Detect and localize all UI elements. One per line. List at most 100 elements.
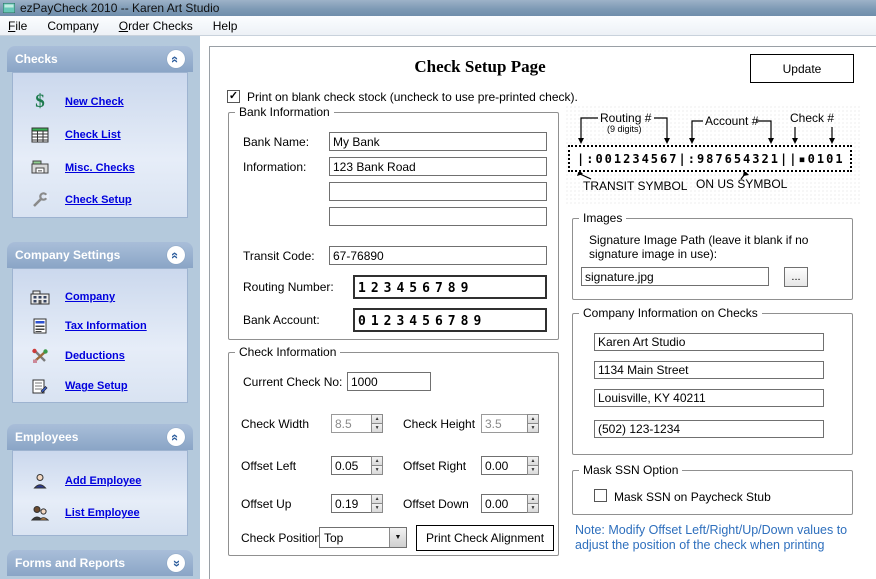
micr-sample-diagram: Routing # (9 digits) Account # Check # |… (565, 105, 860, 205)
update-button[interactable]: Update (750, 54, 854, 83)
onus-symbol-caption: ON US SYMBOL (696, 177, 787, 191)
sidebar-item-deductions[interactable]: Deductions (13, 344, 187, 368)
wrench-icon (23, 192, 57, 208)
images-group: Images Signature Image Path (leave it bl… (572, 218, 853, 300)
onus-symbol: ||▪ (780, 152, 808, 166)
sidebar-item-label[interactable]: Add Employee (65, 475, 141, 487)
tax-document-icon (23, 318, 57, 334)
bank-information-input-3[interactable] (329, 207, 547, 226)
spin-down-icon[interactable]: ▼ (527, 466, 539, 475)
bank-account-input[interactable] (353, 308, 547, 332)
company-phone-input[interactable] (594, 420, 824, 438)
bank-information-group: Bank Information Bank Name: Information:… (228, 112, 559, 340)
sidebar-item-wage-setup[interactable]: Wage Setup (13, 374, 187, 398)
spin-up-icon[interactable]: ▲ (371, 494, 383, 504)
window-title: ezPayCheck 2010 -- Karen Art Studio (20, 1, 219, 15)
bank-name-label: Bank Name: (243, 135, 309, 149)
expand-forms-reports-button[interactable]: « (167, 554, 185, 572)
offset-left-input[interactable] (331, 456, 371, 475)
sidebar-item-label[interactable]: Wage Setup (65, 380, 128, 392)
menu-file[interactable]: File (0, 17, 37, 35)
spin-up-icon: ▲ (527, 414, 539, 424)
sidebar-item-check-setup[interactable]: Check Setup (13, 188, 187, 212)
offset-right-stepper[interactable]: ▲▼ (481, 456, 539, 475)
browse-button[interactable]: ... (784, 267, 808, 287)
menu-help[interactable]: Help (203, 17, 248, 35)
section-header-company-settings: Company Settings « (7, 242, 193, 268)
section-title: Forms and Reports (15, 556, 125, 570)
sidebar-item-label[interactable]: Check Setup (65, 194, 132, 206)
offset-down-label: Offset Down (403, 497, 469, 511)
sidebar-item-company[interactable]: Company (13, 285, 187, 309)
spin-down-icon[interactable]: ▼ (527, 504, 539, 513)
company-name-input[interactable] (594, 333, 824, 351)
current-check-no-input[interactable] (347, 372, 431, 391)
check-position-dropdown[interactable]: Top ▼ (319, 527, 407, 548)
menu-company[interactable]: Company (37, 17, 108, 35)
sidebar-item-new-check[interactable]: $ New Check (13, 90, 187, 114)
offset-up-input[interactable] (331, 494, 371, 513)
chevron-up-icon: « (169, 251, 182, 258)
section-header-checks: Checks « (7, 46, 193, 72)
sidebar: Checks « $ New Check Check List Misc. Ch… (0, 36, 200, 579)
sidebar-item-tax-information[interactable]: Tax Information (13, 314, 187, 338)
bank-information-input-1[interactable] (329, 157, 547, 176)
bank-information-input-2[interactable] (329, 182, 547, 201)
micr-check-segment: 0101 (808, 152, 845, 166)
tools-icon (23, 348, 57, 364)
mask-ssn-checkbox[interactable] (594, 489, 607, 502)
title-bar: ezPayCheck 2010 -- Karen Art Studio (0, 0, 876, 16)
sidebar-item-misc-checks[interactable]: Misc. Checks (13, 156, 187, 180)
dropdown-arrow-icon[interactable]: ▼ (389, 528, 406, 547)
note-line-2: adjust the position of the check when pr… (575, 538, 855, 553)
spin-up-icon[interactable]: ▲ (527, 456, 539, 466)
sidebar-item-label[interactable]: Misc. Checks (65, 162, 135, 174)
micr-account-segment: 987654321||▪ (697, 152, 808, 166)
micr-routing-segment: |:001234567|: (577, 152, 697, 166)
sidebar-item-label[interactable]: Company (65, 291, 115, 303)
company-city-input[interactable] (594, 389, 824, 407)
transit-symbol-caption: TRANSIT SYMBOL (583, 179, 687, 193)
spin-down-icon[interactable]: ▼ (371, 504, 383, 513)
group-title: Bank Information (235, 105, 334, 119)
sidebar-item-label[interactable]: New Check (65, 96, 124, 108)
print-blank-stock-checkbox[interactable]: ✓ (227, 90, 240, 103)
spin-up-icon[interactable]: ▲ (527, 494, 539, 504)
sidebar-item-list-employee[interactable]: List Employee (13, 501, 187, 525)
print-check-alignment-button[interactable]: Print Check Alignment (416, 525, 554, 551)
transit-code-input[interactable] (329, 246, 547, 265)
transit-symbol: |: (577, 152, 595, 166)
check-number-callout: Check # (790, 111, 834, 125)
sidebar-item-check-list[interactable]: Check List (13, 123, 187, 147)
spin-down-icon: ▼ (371, 424, 383, 433)
spin-up-icon[interactable]: ▲ (371, 456, 383, 466)
spin-up-icon: ▲ (371, 414, 383, 424)
signature-path-input[interactable] (581, 267, 769, 286)
sidebar-item-label[interactable]: List Employee (65, 507, 140, 519)
routing-number-callout: Routing # (600, 111, 651, 125)
sidebar-item-add-employee[interactable]: Add Employee (13, 469, 187, 493)
offset-right-input[interactable] (481, 456, 527, 475)
offset-down-input[interactable] (481, 494, 527, 513)
company-street-input[interactable] (594, 361, 824, 379)
sidebar-item-label[interactable]: Tax Information (65, 320, 147, 332)
company-information-group: Company Information on Checks (572, 313, 853, 455)
collapse-checks-button[interactable]: « (167, 50, 185, 68)
routing-number-input[interactable] (353, 275, 547, 299)
section-title: Company Settings (15, 248, 120, 262)
offset-up-stepper[interactable]: ▲▼ (331, 494, 383, 513)
offset-down-stepper[interactable]: ▲▼ (481, 494, 539, 513)
offset-left-stepper[interactable]: ▲▼ (331, 456, 383, 475)
table-icon (23, 127, 57, 143)
collapse-company-settings-button[interactable]: « (167, 246, 185, 264)
sidebar-item-label[interactable]: Deductions (65, 350, 125, 362)
mask-ssn-group: Mask SSN Option Mask SSN on Paycheck Stu… (572, 470, 853, 515)
routing-digits-callout: (9 digits) (607, 124, 642, 134)
sidebar-item-label[interactable]: Check List (65, 129, 121, 141)
menu-order-checks[interactable]: Order Checks (109, 17, 203, 35)
spin-down-icon[interactable]: ▼ (371, 466, 383, 475)
collapse-employees-button[interactable]: « (167, 428, 185, 446)
section-body-employees: Add Employee List Employee (12, 450, 188, 536)
check-width-label: Check Width (241, 417, 309, 431)
bank-name-input[interactable] (329, 132, 547, 151)
